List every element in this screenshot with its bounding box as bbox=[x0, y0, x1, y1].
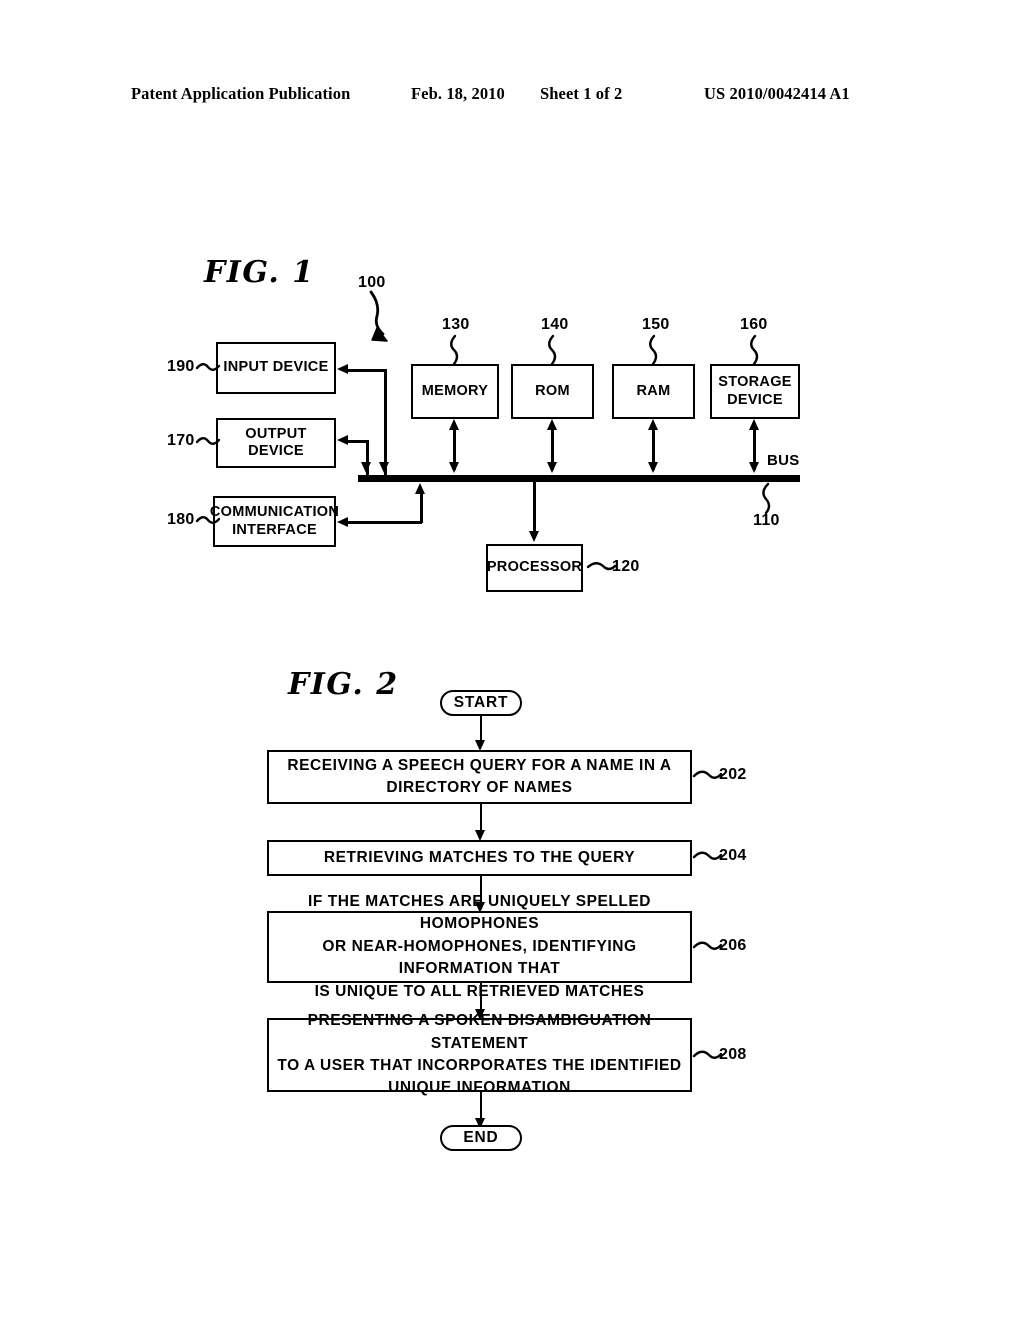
leader-160 bbox=[750, 334, 759, 366]
leader-100-arrowhead bbox=[371, 327, 388, 342]
ref-numeral-202: 202 bbox=[719, 766, 747, 783]
arrowhead-ram-up bbox=[647, 419, 658, 430]
arrowhead-memory-down bbox=[448, 462, 459, 473]
flow-step-206-line2: OR NEAR-HOMOPHONES, IDENTIFYING INFORMAT… bbox=[322, 937, 637, 978]
ref-numeral-204: 204 bbox=[719, 847, 747, 864]
ref-numeral-190: 190 bbox=[167, 358, 195, 375]
ref-numeral-110: 110 bbox=[753, 512, 780, 529]
ref-numeral-130: 130 bbox=[442, 316, 470, 333]
connector-comm-vertical bbox=[420, 494, 423, 523]
connector-output-horizontal bbox=[348, 440, 368, 443]
block-rom: ROM bbox=[511, 364, 594, 419]
ref-numeral-150: 150 bbox=[642, 316, 670, 333]
flow-step-206: IF THE MATCHES ARE UNIQUELY SPELLED HOMO… bbox=[267, 893, 692, 1000]
header-patent-number: US 2010/0042414 A1 bbox=[704, 84, 850, 103]
block-memory: MEMORY bbox=[411, 364, 499, 419]
connector-input-vertical bbox=[384, 369, 387, 475]
block-storage-device-line1: STORAGE bbox=[718, 374, 792, 391]
leader-204 bbox=[692, 851, 723, 860]
block-ram-label: RAM bbox=[636, 382, 671, 399]
bus-label: BUS bbox=[767, 452, 800, 469]
figure-1-title: FIG. 1 bbox=[204, 255, 315, 290]
leader-120 bbox=[586, 562, 617, 571]
flow-connector-208-end bbox=[479, 1092, 482, 1120]
block-output-device-line1: OUTPUT bbox=[245, 425, 307, 442]
block-processor: PROCESSOR bbox=[486, 544, 583, 592]
leader-130 bbox=[450, 334, 459, 366]
arrowhead-output-device bbox=[337, 434, 348, 445]
arrowhead-ram-down bbox=[647, 462, 658, 473]
block-input-device: INPUT DEVICE bbox=[216, 342, 336, 394]
arrowhead-output-to-bus bbox=[361, 462, 371, 473]
flow-step-202-line1: RECEIVING A SPEECH QUERY FOR A NAME IN A bbox=[287, 756, 672, 774]
leader-208 bbox=[692, 1050, 723, 1059]
header-date-label: Feb. 18, 2010 bbox=[411, 84, 505, 103]
block-memory-label: MEMORY bbox=[421, 382, 489, 399]
flow-connector-206-208 bbox=[479, 983, 482, 1011]
block-communication-interface: COMMUNICATION INTERFACE bbox=[209, 496, 340, 547]
block-rom-label: ROM bbox=[535, 382, 570, 399]
arrowhead-rom-down bbox=[546, 462, 557, 473]
arrowhead-input-to-bus bbox=[379, 462, 389, 473]
flow-connector-start-202 bbox=[479, 716, 482, 742]
flow-step-208-line2: TO A USER THAT INCORPORATES THE IDENTIFI… bbox=[277, 1057, 682, 1074]
ref-numeral-206: 206 bbox=[719, 937, 747, 954]
block-communication-interface-line2: INTERFACE bbox=[232, 521, 317, 538]
flow-step-206-line1: IF THE MATCHES ARE UNIQUELY SPELLED HOMO… bbox=[307, 892, 652, 933]
block-input-device-line2: DEVICE bbox=[272, 359, 329, 376]
flow-step-202-line2: DIRECTORY OF NAMES bbox=[386, 779, 573, 796]
connector-processor bbox=[533, 482, 536, 532]
block-ram: RAM bbox=[612, 364, 695, 419]
ref-numeral-140: 140 bbox=[541, 316, 569, 333]
leader-lines-overlay bbox=[195, 290, 771, 1059]
flow-terminal-start-label: START bbox=[453, 694, 509, 711]
system-bus-bar bbox=[358, 475, 800, 482]
block-output-device-line2: DEVICE bbox=[248, 443, 304, 459]
leader-100-curve bbox=[369, 290, 385, 336]
leader-140 bbox=[548, 334, 557, 366]
flow-step-208-line1: PRESENTING A SPOKEN DISAMBIGUATION STATE… bbox=[307, 1012, 652, 1052]
header-publication-label: Patent Application Publication bbox=[131, 84, 351, 103]
figure-2-title: FIG. 2 bbox=[288, 667, 399, 702]
page-header: Patent Application Publication Feb. 18, … bbox=[0, 84, 1024, 114]
leader-206 bbox=[692, 941, 723, 950]
block-communication-interface-line1: COMMUNICATION bbox=[209, 504, 340, 521]
leader-202 bbox=[692, 770, 723, 779]
flow-terminal-end-label: END bbox=[463, 1129, 499, 1146]
block-storage-device-line2: DEVICE bbox=[727, 391, 783, 408]
ref-numeral-120: 120 bbox=[612, 558, 640, 575]
flow-step-202: RECEIVING A SPEECH QUERY FOR A NAME IN A… bbox=[267, 750, 692, 804]
arrowhead-storage-down bbox=[748, 462, 759, 473]
block-storage-device: STORAGE DEVICE bbox=[710, 364, 800, 419]
arrowhead-comm-to-bus bbox=[415, 483, 425, 494]
flow-terminal-end: END bbox=[440, 1125, 522, 1151]
flow-step-204-line1: RETRIEVING MATCHES TO THE QUERY bbox=[323, 848, 636, 866]
arrowhead-processor bbox=[528, 531, 539, 542]
header-sheet-label: Sheet 1 of 2 bbox=[540, 84, 623, 103]
flow-step-208: PRESENTING A SPOKEN DISAMBIGUATION STATE… bbox=[267, 1012, 692, 1096]
block-output-device: OUTPUT DEVICE bbox=[216, 418, 336, 468]
arrowhead-rom-up bbox=[546, 419, 557, 430]
block-input-device-line1: INPUT bbox=[223, 359, 269, 376]
ref-numeral-170: 170 bbox=[167, 432, 195, 449]
ref-numeral-100: 100 bbox=[358, 274, 386, 291]
arrowhead-storage-up bbox=[748, 419, 759, 430]
block-processor-label: PROCESSOR bbox=[486, 559, 583, 576]
ref-numeral-180: 180 bbox=[167, 511, 195, 528]
flow-step-204: RETRIEVING MATCHES TO THE QUERY bbox=[267, 840, 692, 876]
arrowhead-memory-up bbox=[448, 419, 459, 430]
arrowhead-input-device bbox=[337, 363, 348, 374]
connector-input-horizontal bbox=[348, 369, 386, 372]
ref-numeral-208: 208 bbox=[719, 1046, 747, 1063]
ref-numeral-160: 160 bbox=[740, 316, 768, 333]
leader-150 bbox=[649, 334, 658, 366]
leader-110 bbox=[762, 482, 771, 515]
connector-comm-horizontal bbox=[348, 521, 422, 524]
flow-terminal-start: START bbox=[440, 690, 522, 716]
flow-connector-202-204 bbox=[479, 804, 482, 832]
arrowhead-comm-interface bbox=[337, 516, 348, 527]
